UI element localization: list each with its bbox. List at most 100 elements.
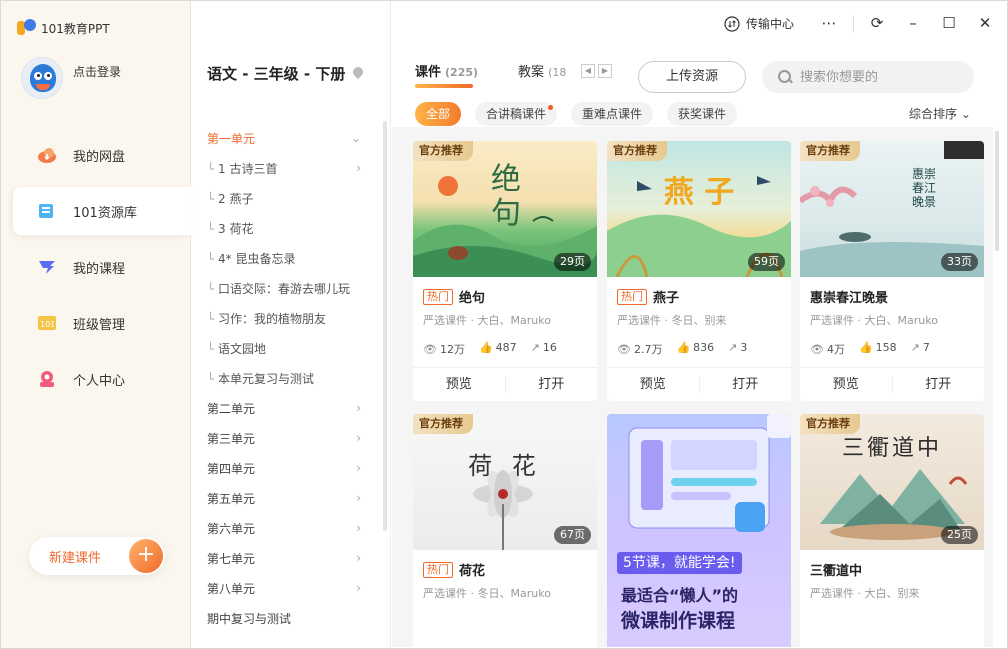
card-thumbnail[interactable]: 惠崇春江晚景 官方推荐 33页 xyxy=(800,141,984,277)
course-card[interactable]: 荷 花 官方推荐 67页 热门 荷花 严选课件 · 冬日、Maruko xyxy=(413,414,597,647)
shares-stat[interactable]: ↗ 7 xyxy=(911,341,930,357)
shares-stat[interactable]: ↗ 16 xyxy=(531,341,557,357)
official-badge: 官方推荐 xyxy=(800,141,860,161)
chapter-lesson-item[interactable]: 2 燕子 xyxy=(191,183,377,213)
chapter-unit-item[interactable]: 第二单元 › xyxy=(191,393,377,423)
refresh-icon[interactable]: ⟳ xyxy=(867,13,887,33)
chapter-unit-item[interactable]: 期中复习与测试 xyxy=(191,603,377,633)
location-pin-icon[interactable] xyxy=(353,67,363,80)
new-courseware-button[interactable]: 新建课件 + xyxy=(29,537,165,575)
chevron-right-icon[interactable]: › xyxy=(356,581,361,595)
chevron-right-icon[interactable]: › xyxy=(356,431,361,445)
chapter-unit-item[interactable]: 第五单元 › xyxy=(191,483,377,513)
filter-award[interactable]: 获奖课件 xyxy=(667,102,738,126)
chevron-right-icon[interactable]: › xyxy=(356,461,361,475)
close-icon[interactable]: ✕ xyxy=(975,13,995,33)
filter-key-points[interactable]: 重难点课件 xyxy=(571,102,654,126)
filter-all[interactable]: 全部 xyxy=(415,102,462,126)
thumbs-up-icon: 👍 xyxy=(478,341,493,354)
nav-item-my-course[interactable]: 我的课程 xyxy=(13,243,191,291)
chapter-lesson-item[interactable]: 本单元复习与测试 xyxy=(191,363,377,393)
filter-script-courseware[interactable]: 合讲稿课件 xyxy=(475,102,558,126)
chapter-unit-item[interactable]: 第一单元 ⌄ xyxy=(191,123,377,153)
tab-scroll-arrows: ◀ ▶ xyxy=(581,64,612,78)
card-meta: 严选课件 · 冬日、Maruko xyxy=(423,587,551,600)
tab-lesson-plan[interactable]: 教案 (18 xyxy=(518,61,566,80)
chapter-item-label: 口语交际：春游去哪儿玩 xyxy=(207,280,350,297)
card-thumbnail[interactable]: 燕 子 官方推荐 59页 xyxy=(607,141,791,277)
chapter-unit-item[interactable]: 第四单元 › xyxy=(191,453,377,483)
chapter-lesson-item[interactable]: 习作：我的植物朋友 xyxy=(191,303,377,333)
course-card[interactable]: 绝 句 官方推荐 29页 热门 绝句 严选课件 · 大白、Maruko 👁 12万 … xyxy=(413,141,597,401)
transfer-center-button[interactable]: 传输中心 xyxy=(724,15,794,32)
minimize-icon[interactable]: – xyxy=(903,13,923,33)
page-count: 59页 xyxy=(748,253,785,271)
chapter-unit-item[interactable]: 第六单元 › xyxy=(191,513,377,543)
chapter-unit-item[interactable]: 第八单元 › xyxy=(191,573,377,603)
hot-tag: 热门 xyxy=(423,561,453,578)
card-thumbnail[interactable]: 三衢道中 官方推荐 25页 xyxy=(800,414,984,550)
chevron-right-icon[interactable]: › xyxy=(356,551,361,565)
arrow-right-icon[interactable]: ▶ xyxy=(598,64,612,78)
open-button[interactable]: 打开 xyxy=(698,376,792,393)
chapter-lesson-item[interactable]: 4* 昆虫备忘录 xyxy=(191,243,377,273)
search-input[interactable] xyxy=(800,69,950,85)
content-scrollbar[interactable] xyxy=(995,131,999,251)
chapter-scrollbar[interactable] xyxy=(383,121,387,531)
chapter-lesson-item[interactable]: 1 古诗三首 › xyxy=(191,153,377,183)
official-badge: 官方推荐 xyxy=(800,414,860,434)
chapter-unit-item[interactable]: 第三单元 › xyxy=(191,423,377,453)
search-icon[interactable] xyxy=(778,70,792,84)
tab-courseware[interactable]: 课件 (225) xyxy=(415,61,478,88)
share-icon: ↗ xyxy=(728,341,738,354)
nav-item-resource-library[interactable]: 101资源库 xyxy=(13,187,191,235)
open-button[interactable]: 打开 xyxy=(891,376,985,393)
card-thumbnail[interactable]: 绝 句 官方推荐 29页 xyxy=(413,141,597,277)
thumb-title-text: 惠崇春江晚景 xyxy=(912,167,937,209)
share-icon: ↗ xyxy=(530,341,540,354)
preview-button[interactable]: 预览 xyxy=(413,368,505,401)
thumb-title-text: 绝 句 xyxy=(491,162,521,231)
sort-dropdown[interactable]: 综合排序 ⌄ xyxy=(909,105,971,122)
more-icon[interactable]: ⋯ xyxy=(819,13,839,33)
course-card[interactable]: 惠崇春江晚景 官方推荐 33页 惠崇春江晚景 严选课件 · 大白、Maruko … xyxy=(800,141,984,401)
nav-item-cloud-disk[interactable]: 我的网盘 xyxy=(13,131,191,179)
user-area[interactable]: 点击登录 xyxy=(21,57,121,99)
likes-stat[interactable]: 👍 487 xyxy=(479,341,517,357)
login-link[interactable]: 点击登录 xyxy=(73,63,121,80)
chevron-right-icon[interactable]: › xyxy=(356,521,361,535)
chapter-lesson-item[interactable]: 3 荷花 xyxy=(191,213,377,243)
chapter-lesson-item[interactable]: 口语交际：春游去哪儿玩 xyxy=(191,273,377,303)
likes-stat[interactable]: 👍 836 xyxy=(676,341,714,357)
chevron-right-icon[interactable]: › xyxy=(356,401,361,415)
likes-stat[interactable]: 👍 158 xyxy=(859,341,897,357)
chevron-right-icon[interactable]: › xyxy=(356,491,361,505)
nav-item-class-management[interactable]: 101 班级管理 xyxy=(13,299,191,347)
avatar[interactable] xyxy=(21,57,63,99)
shares-stat[interactable]: ↗ 3 xyxy=(728,341,747,357)
chevron-right-icon[interactable]: › xyxy=(356,161,361,175)
nav-item-personal-center[interactable]: 个人中心 xyxy=(13,355,191,403)
resource-library-icon xyxy=(37,202,57,220)
upload-resource-button[interactable]: 上传资源 xyxy=(638,61,746,93)
chapter-lesson-item[interactable]: 语文园地 xyxy=(191,333,377,363)
chapter-unit-item[interactable]: 第七单元 › xyxy=(191,543,377,573)
card-title: 热门 荷花 xyxy=(413,550,597,579)
course-card[interactable]: 三衢道中 官方推荐 25页 三衢道中 严选课件 · 大白、别来 xyxy=(800,414,984,647)
course-card[interactable]: 燕 子 官方推荐 59页 热门 燕子 严选课件 · 冬日、别来 👁 2.7万 👍 83… xyxy=(607,141,791,401)
chapter-item-label: 第八单元 xyxy=(207,581,256,596)
open-button[interactable]: 打开 xyxy=(504,376,598,393)
card-title: 热门 绝句 xyxy=(413,277,597,306)
card-thumbnail[interactable]: 荷 花 官方推荐 67页 xyxy=(413,414,597,550)
promo-card[interactable]: 5节课，就能学会! 最适合“懒人”的 微课制作课程 xyxy=(607,414,791,647)
chapter-title[interactable]: 语文 - 三年级 - 下册 xyxy=(207,63,363,84)
chapter-item-label: 第四单元 xyxy=(207,461,256,476)
thumb-title-text: 荷 花 xyxy=(468,452,542,480)
maximize-icon[interactable]: ☐ xyxy=(939,13,959,33)
preview-button[interactable]: 预览 xyxy=(800,368,892,401)
arrow-left-icon[interactable]: ◀ xyxy=(581,64,595,78)
chevron-down-icon[interactable]: ⌄ xyxy=(351,131,361,145)
card-actions: 预览 打开 xyxy=(607,367,791,401)
promo-line-2: 最适合“懒人”的 xyxy=(621,586,739,605)
preview-button[interactable]: 预览 xyxy=(607,368,699,401)
